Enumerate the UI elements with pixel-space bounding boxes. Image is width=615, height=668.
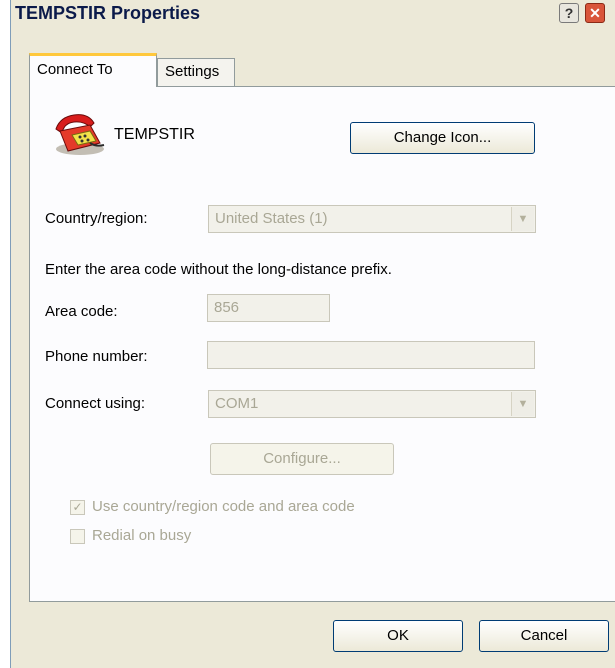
tab-panel-connect-to: TEMPSTIR Change Icon... Country/region: … <box>29 86 615 602</box>
area-code-field[interactable]: 856 <box>207 294 330 322</box>
country-region-select[interactable]: United States (1) ▼ <box>208 205 536 233</box>
connection-name: TEMPSTIR <box>114 126 195 143</box>
properties-dialog: TEMPSTIR Properties ? ✕ Connect To Setti… <box>10 0 615 668</box>
redial-on-busy-label: Redial on busy <box>92 527 192 544</box>
phone-number-label: Phone number: <box>45 348 148 365</box>
area-code-label: Area code: <box>45 303 118 320</box>
telephone-icon <box>55 114 105 155</box>
connect-using-value: COM1 <box>215 395 259 412</box>
window-title: TEMPSTIR Properties <box>15 3 201 23</box>
change-icon-button[interactable]: Change Icon... <box>350 122 535 154</box>
use-country-code-checkbox[interactable]: ✓ <box>70 500 85 515</box>
phone-number-field[interactable] <box>207 341 535 369</box>
title-bar[interactable]: TEMPSTIR Properties ? ✕ <box>11 0 615 26</box>
country-region-label: Country/region: <box>45 210 148 227</box>
close-button[interactable]: ✕ <box>585 3 605 23</box>
connect-using-select[interactable]: COM1 ▼ <box>208 390 536 418</box>
help-button[interactable]: ? <box>559 3 579 23</box>
cancel-button[interactable]: Cancel <box>479 620 609 652</box>
chevron-down-icon: ▼ <box>511 207 534 231</box>
area-code-instructions: Enter the area code without the long-dis… <box>45 261 392 278</box>
use-country-code-label: Use country/region code and area code <box>92 498 355 515</box>
ok-button[interactable]: OK <box>333 620 463 652</box>
connect-using-label: Connect using: <box>45 395 146 412</box>
tab-connect-to[interactable]: Connect To <box>29 53 157 87</box>
tab-settings[interactable]: Settings <box>157 58 235 86</box>
country-region-value: United States (1) <box>215 210 328 227</box>
redial-on-busy-checkbox[interactable] <box>70 529 85 544</box>
chevron-down-icon: ▼ <box>511 392 534 416</box>
configure-button[interactable]: Configure... <box>210 443 394 475</box>
